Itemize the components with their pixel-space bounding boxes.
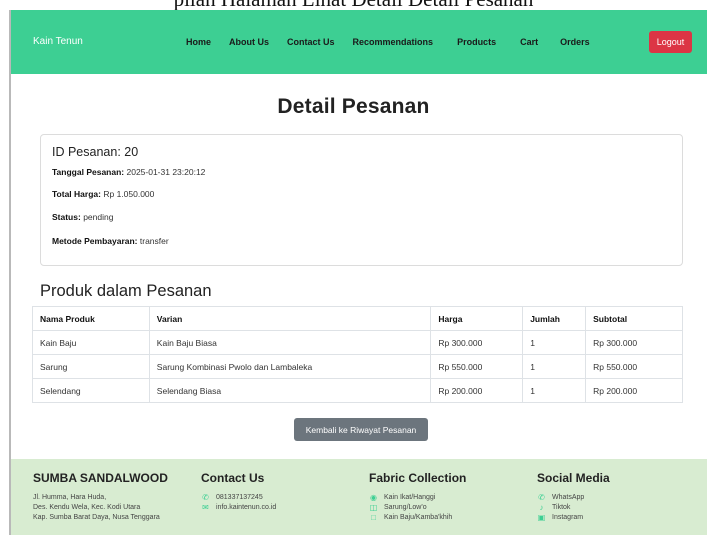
footer-social-text: Tiktok — [552, 504, 571, 511]
table-row: Kain Baju Kain Baju Biasa Rp 300.000 1 R… — [32, 330, 683, 355]
nav-home[interactable]: Home — [186, 37, 211, 47]
square-icon: □ — [371, 513, 376, 522]
order-status: Status: pending — [52, 212, 113, 222]
header-price: Harga — [430, 306, 524, 331]
order-date: Tanggal Pesanan: 2025-01-31 23:20:12 — [52, 167, 205, 177]
nav-cart[interactable]: Cart — [520, 37, 538, 47]
book-icon: ◫ — [369, 503, 378, 512]
cell-product-name: Selendang — [32, 378, 150, 403]
cell-price: Rp 200.000 — [430, 378, 524, 403]
cell-price: Rp 550.000 — [430, 354, 524, 379]
page-title: Detail Pesanan — [277, 95, 430, 118]
mail-icon: ✉ — [202, 503, 209, 512]
nav-orders[interactable]: Orders — [560, 37, 590, 47]
footer-email-text: info.kaintenun.co.id — [216, 504, 277, 511]
instagram-icon: ▣ — [537, 513, 546, 522]
footer-fabric-link[interactable]: ◫ Sarung/Low'o — [369, 503, 466, 513]
order-total-value: Rp 1.050.000 — [103, 189, 155, 199]
nav-links: Home About Us Contact Us Recommendations… — [175, 10, 590, 74]
table-row: Sarung Sarung Kombinasi Pwolo dan Lambal… — [32, 354, 683, 379]
footer-social-link[interactable]: ♪ Tiktok — [537, 503, 610, 513]
cell-price: Rp 300.000 — [430, 330, 524, 355]
cell-variant: Selendang Biasa — [148, 378, 432, 403]
footer-phone[interactable]: ✆ 081337137245 — [201, 493, 276, 503]
header-variant: Varian — [148, 306, 432, 331]
navbar: Kain Tenun Home About Us Contact Us Reco… — [11, 10, 707, 74]
header-subtotal: Subtotal — [585, 306, 683, 331]
footer-address-line: Jl. Humma, Hara Huda, — [33, 494, 107, 501]
cell-quantity: 1 — [522, 354, 587, 379]
globe-icon: ◉ — [370, 493, 377, 502]
footer-address-line: Des. Kendu Wela, Kec. Kodi Utara — [33, 504, 141, 511]
footer-address-line: Kap. Sumba Barat Daya, Nusa Tenggara — [33, 514, 160, 521]
footer-fabric-link[interactable]: □ Kain Baju/Kamba'khih — [369, 513, 466, 523]
nav-products[interactable]: Products — [457, 37, 496, 47]
order-total: Total Harga: Rp 1.050.000 — [52, 189, 154, 199]
footer-contact-title: Contact Us — [201, 471, 265, 485]
footer-about-title: SUMBA SANDALWOOD — [33, 471, 168, 485]
products-section-title: Produk dalam Pesanan — [40, 282, 212, 300]
phone-icon: ✆ — [202, 493, 209, 502]
cell-product-name: Sarung — [32, 354, 150, 379]
footer-fabric: Fabric Collection ◉ Kain Ikat/Hanggi ◫ S… — [369, 471, 466, 523]
order-payment-label: Metode Pembayaran: — [52, 236, 138, 246]
whatsapp-icon: ✆ — [538, 493, 545, 502]
cell-quantity: 1 — [522, 378, 587, 403]
page-left-border — [9, 10, 11, 535]
footer-fabric-link[interactable]: ◉ Kain Ikat/Hanggi — [369, 493, 466, 503]
table-row: Selendang Selendang Biasa Rp 200.000 1 R… — [32, 378, 683, 403]
cell-variant: Sarung Kombinasi Pwolo dan Lambaleka — [148, 354, 432, 379]
footer-fabric-text: Kain Ikat/Hanggi — [384, 494, 436, 501]
cell-subtotal: Rp 200.000 — [585, 378, 683, 403]
cell-subtotal: Rp 300.000 — [585, 330, 683, 355]
footer-fabric-text: Sarung/Low'o — [384, 504, 427, 511]
tiktok-icon: ♪ — [539, 503, 544, 512]
footer-phone-text: 081337137245 — [216, 494, 263, 501]
order-total-label: Total Harga: — [52, 189, 101, 199]
order-id: ID Pesanan: 20 — [52, 145, 139, 159]
brand-link[interactable]: Kain Tenun — [33, 10, 83, 74]
order-status-value: pending — [83, 212, 114, 222]
order-info-card: ID Pesanan: 20 Tanggal Pesanan: 2025-01-… — [40, 134, 683, 266]
cell-variant: Kain Baju Biasa — [148, 330, 432, 355]
header-product-name: Nama Produk — [32, 306, 150, 331]
footer: SUMBA SANDALWOOD Jl. Humma, Hara Huda, D… — [11, 459, 707, 535]
nav-about[interactable]: About Us — [229, 37, 269, 47]
order-date-value: 2025-01-31 23:20:12 — [126, 167, 206, 177]
document-heading: pilan Halaman Lihat Detail Detail Pesana… — [0, 0, 707, 10]
cell-product-name: Kain Baju — [32, 330, 150, 355]
order-payment: Metode Pembayaran: transfer — [52, 236, 169, 246]
footer-fabric-title: Fabric Collection — [369, 471, 467, 485]
footer-fabric-text: Kain Baju/Kamba'khih — [384, 514, 453, 521]
products-table: Nama Produk Varian Harga Jumlah Subtotal… — [32, 306, 683, 403]
nav-contact[interactable]: Contact Us — [287, 37, 335, 47]
footer-contact: Contact Us ✆ 081337137245 ✉ info.kainten… — [201, 471, 276, 513]
cell-quantity: 1 — [522, 330, 587, 355]
order-status-label: Status: — [52, 212, 81, 222]
footer-social-text: Instagram — [552, 514, 584, 521]
logout-button[interactable]: Logout — [649, 31, 692, 53]
footer-email[interactable]: ✉ info.kaintenun.co.id — [201, 503, 276, 513]
footer-social: Social Media ✆ WhatsApp ♪ Tiktok ▣ Insta… — [537, 471, 610, 523]
footer-social-title: Social Media — [537, 471, 610, 485]
cell-subtotal: Rp 550.000 — [585, 354, 683, 379]
header-quantity: Jumlah — [522, 306, 587, 331]
footer-about: SUMBA SANDALWOOD Jl. Humma, Hara Huda, D… — [33, 471, 168, 523]
back-to-order-history-button[interactable]: Kembali ke Riwayat Pesanan — [294, 418, 428, 441]
order-payment-value: transfer — [139, 236, 169, 246]
footer-social-link[interactable]: ▣ Instagram — [537, 513, 610, 523]
footer-social-text: WhatsApp — [552, 494, 585, 501]
table-header-row: Nama Produk Varian Harga Jumlah Subtotal — [32, 306, 683, 331]
nav-recommendations[interactable]: Recommendations — [353, 37, 434, 47]
footer-social-link[interactable]: ✆ WhatsApp — [537, 493, 610, 503]
order-date-label: Tanggal Pesanan: — [52, 167, 125, 177]
